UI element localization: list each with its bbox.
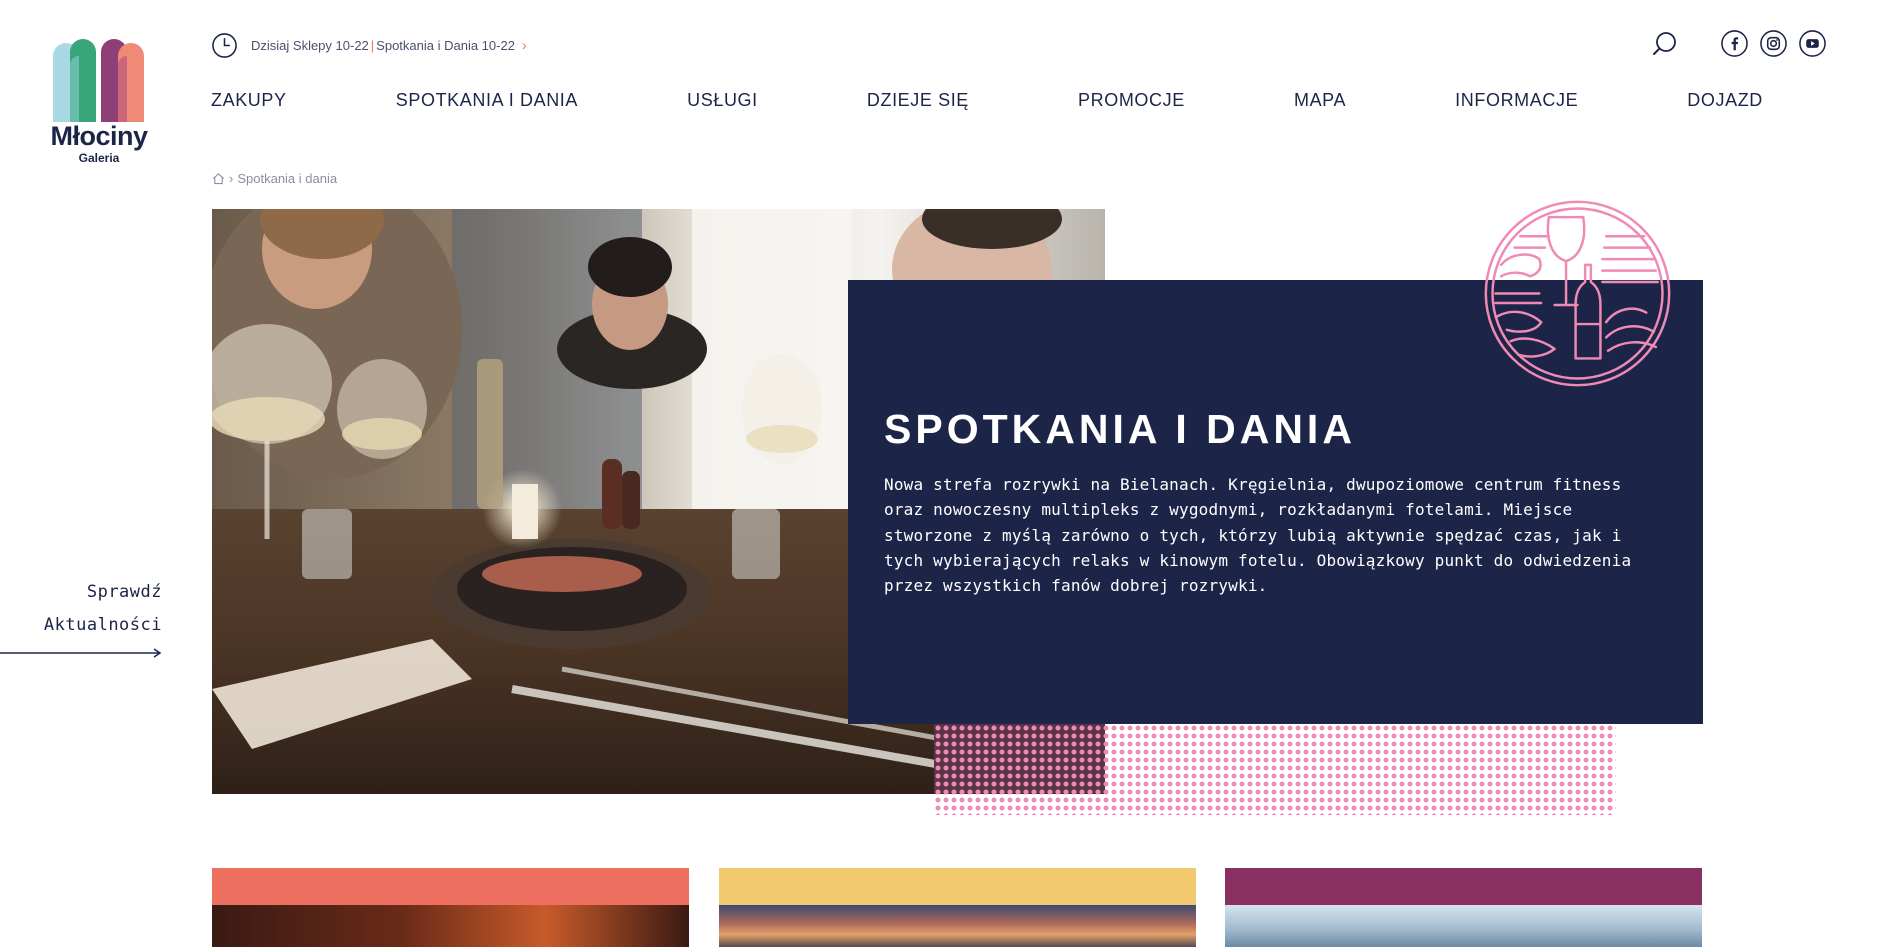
nav-item-zakupy[interactable]: ZAKUPY <box>211 87 287 113</box>
main-nav: ZAKUPY SPOTKANIA I DANIA USŁUGI DZIEJE S… <box>211 87 1763 113</box>
category-card-1[interactable] <box>212 868 689 947</box>
arrow-right-icon <box>0 648 162 658</box>
home-icon[interactable] <box>212 172 225 185</box>
news-link[interactable]: Sprawdź Aktualności <box>0 576 162 658</box>
hero-title: SPOTKANIA I DANIA <box>884 406 1356 452</box>
decorative-dot-overlay <box>934 724 1105 794</box>
card-color-bar <box>1225 868 1702 905</box>
card-image <box>1225 905 1702 947</box>
food-drink-emblem-icon <box>1484 200 1671 387</box>
hours-separator: | <box>370 37 375 53</box>
breadcrumb: › Spotkania i dania <box>212 170 337 186</box>
nav-item-uslugi[interactable]: USŁUGI <box>687 87 758 113</box>
card-color-bar <box>719 868 1196 905</box>
logo-wordmark: Młociny <box>50 121 148 151</box>
nav-item-spotkania-i-dania[interactable]: SPOTKANIA I DANIA <box>396 87 578 113</box>
facebook-icon[interactable] <box>1720 29 1749 58</box>
nav-item-dojazd[interactable]: DOJAZD <box>1687 87 1763 113</box>
breadcrumb-separator: › <box>229 170 234 186</box>
nav-item-mapa[interactable]: MAPA <box>1294 87 1346 113</box>
card-color-bar <box>212 868 689 905</box>
youtube-icon[interactable] <box>1798 29 1827 58</box>
card-image <box>719 905 1196 947</box>
category-card-3[interactable] <box>1225 868 1702 947</box>
hero-description: Nowa strefa rozrywki na Bielanach. Kręgi… <box>884 475 1632 596</box>
card-image <box>212 905 689 947</box>
category-card-2[interactable] <box>719 868 1196 947</box>
hours-dining: Spotkania i Dania 10-22 <box>376 37 515 53</box>
search-icon[interactable] <box>1651 30 1679 58</box>
nav-item-dzieje-sie[interactable]: DZIEJE SIĘ <box>867 87 969 113</box>
instagram-icon[interactable] <box>1759 29 1788 58</box>
clock-icon <box>212 32 237 58</box>
news-link-line2: Aktualności <box>43 615 162 635</box>
news-link-line1: Sprawdź <box>86 582 162 602</box>
breadcrumb-current: Spotkania i dania <box>237 170 338 186</box>
logo-subtitle: Galeria <box>78 151 120 165</box>
chevron-right-icon: › <box>521 37 527 53</box>
logo-mark-icon <box>53 39 144 122</box>
nav-item-informacje[interactable]: INFORMACJE <box>1455 87 1578 113</box>
logo[interactable]: Młociny Galeria <box>49 34 149 170</box>
opening-hours[interactable]: Dzisiaj Sklepy 10-22 | Spotkania i Dania… <box>211 31 527 59</box>
hours-shops: Dzisiaj Sklepy 10-22 <box>251 37 369 53</box>
nav-item-promocje[interactable]: PROMOCJE <box>1078 87 1185 113</box>
